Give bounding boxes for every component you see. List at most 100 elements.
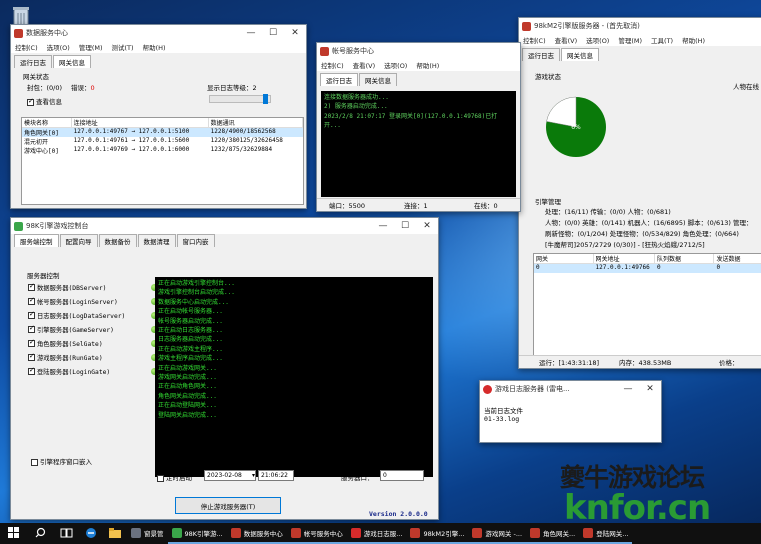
server-checkbox-game[interactable]: 引擎服务器(GameServer) xyxy=(28,323,158,335)
server-port-input[interactable]: 0 xyxy=(380,470,424,481)
tab-gateway-info[interactable]: 网关信息 xyxy=(359,73,397,86)
col-address[interactable]: 连接地址 xyxy=(72,118,209,127)
menu-manage[interactable]: 管理(M) xyxy=(618,35,642,45)
taskbar-item[interactable]: 数据服务中心 xyxy=(226,523,287,544)
col-queue[interactable]: 队列数据 xyxy=(655,254,715,263)
server-checkbox-selgate[interactable]: 角色服务器(SelGate) xyxy=(28,337,158,349)
maximize-icon[interactable]: ☐ xyxy=(262,25,284,41)
server-checkbox-db[interactable]: 数据服务器(DBServer) xyxy=(28,281,158,293)
task-view-icon[interactable] xyxy=(54,523,79,544)
server-checkbox-login[interactable]: 帐号服务器(LoginServer) xyxy=(28,295,158,307)
server-checkbox-log[interactable]: 日志服务器(LogDataServer) xyxy=(28,309,158,321)
taskbar-item[interactable]: 游戏日志服... xyxy=(346,523,407,544)
menu-control[interactable]: 控制(C) xyxy=(321,60,344,70)
menu-help[interactable]: 帮助(H) xyxy=(143,42,166,52)
taskbar-item[interactable]: 角色网关... xyxy=(526,523,580,544)
title-bar[interactable]: 98kM2引擎版服务器 - (首先取消) xyxy=(519,18,761,34)
table-row[interactable]: 混元初开 127.0.0.1:49761 → 127.0.0.1:5600 12… xyxy=(22,137,303,146)
timer-checkbox[interactable]: 定时启动 xyxy=(157,472,192,482)
pie-label: 6% xyxy=(571,124,581,131)
tab-config-wizard[interactable]: 配置向导 xyxy=(59,234,98,247)
tab-run-log[interactable]: 运行日志 xyxy=(522,48,560,61)
date-picker[interactable]: 2023-02-08 ▾ xyxy=(204,470,256,481)
search-icon[interactable] xyxy=(27,523,54,544)
slider-thumb[interactable] xyxy=(263,94,268,104)
log-level-slider[interactable] xyxy=(209,94,271,104)
edge-icon[interactable] xyxy=(79,523,103,544)
control-console[interactable]: 正在启动游戏引擎控制台... 游戏引擎控制台启动完成... 数据服务中心启动完成… xyxy=(155,277,433,477)
title-bar[interactable]: 数据服务中心 — ☐ ✕ xyxy=(11,25,306,41)
taskbar-item[interactable]: 登陆网关... xyxy=(579,523,633,544)
tab-gateway-info[interactable]: 网关信息 xyxy=(561,48,599,61)
console-line: 正在启动登陆网关... xyxy=(158,402,217,410)
col-comm[interactable]: 数据通讯 xyxy=(209,118,303,127)
start-button[interactable] xyxy=(0,523,27,544)
stop-server-button[interactable]: 停止游戏服务器(T) xyxy=(175,497,281,514)
taskbar-item[interactable]: 98kM2引擎... xyxy=(406,523,469,544)
table-row[interactable]: 0 127.0.0.1:49766 0 0 xyxy=(534,264,761,273)
log-server-window[interactable]: 游戏日志服务器 (雷电... — ✕ 当前日志文件 01-33.log xyxy=(479,380,662,443)
tab-window-embed[interactable]: 窗口内嵌 xyxy=(176,234,215,247)
minimize-icon[interactable]: — xyxy=(617,381,639,397)
engine-window[interactable]: 98kM2引擎版服务器 - (首先取消) 控制(C) 查看(V) 选项(O) 管… xyxy=(518,17,761,369)
col-gateway[interactable]: 网关 xyxy=(534,254,594,263)
tab-run-log[interactable]: 运行日志 xyxy=(14,55,52,68)
tab-data-backup[interactable]: 数据备份 xyxy=(98,234,137,247)
col-module[interactable]: 模块名称 xyxy=(22,118,72,127)
window-title: 98kM2引擎版服务器 - (首先取消) xyxy=(534,22,640,30)
menu-manage[interactable]: 管理(M) xyxy=(79,42,103,52)
engine-line-1: 处理：(16/11) 传输：(0/0) 人物：(0/681) xyxy=(545,208,671,216)
app-icon xyxy=(472,527,483,538)
menu-view[interactable]: 查看(V) xyxy=(353,60,376,70)
col-address[interactable]: 网关地址 xyxy=(594,254,655,263)
menu-tools[interactable]: 工具(T) xyxy=(651,35,673,45)
minimize-icon[interactable]: — xyxy=(372,218,394,234)
close-icon[interactable]: ✕ xyxy=(284,25,306,41)
taskbar-item[interactable]: 98K引擎游... xyxy=(167,523,227,544)
taskbar-item[interactable]: 游戏网关 -... xyxy=(468,523,527,544)
close-icon[interactable]: ✕ xyxy=(416,218,438,234)
log-level-value: 2 xyxy=(252,84,257,92)
menu-control[interactable]: 控制(C) xyxy=(523,35,546,45)
menu-help[interactable]: 帮助(H) xyxy=(682,35,705,45)
chevron-down-icon[interactable]: ▾ xyxy=(252,472,255,479)
time-picker[interactable]: 21:06:22 xyxy=(258,470,294,481)
maximize-icon[interactable]: ☐ xyxy=(394,218,416,234)
folder-icon[interactable] xyxy=(103,523,127,544)
embed-checkbox[interactable]: 引擎程序窗口嵌入 xyxy=(31,456,92,466)
server-port-label: 服务器口： xyxy=(341,474,374,482)
menu-options[interactable]: 选项(O) xyxy=(586,35,609,45)
minimize-icon[interactable]: — xyxy=(240,25,262,41)
online-label: 人物在线 xyxy=(733,83,759,91)
tab-run-log[interactable]: 运行日志 xyxy=(320,73,358,86)
menu-view[interactable]: 查看(V) xyxy=(555,35,578,45)
server-checkbox-rungate[interactable]: 游戏服务器(RunGate) xyxy=(28,351,158,363)
taskbar-item[interactable]: 帐号服务中心 xyxy=(286,523,347,544)
tab-gateway-info[interactable]: 网关信息 xyxy=(53,55,91,68)
taskbar-item[interactable]: 窗景管 xyxy=(127,523,168,544)
tab-server-control[interactable]: 服务端控制 xyxy=(14,234,59,247)
account-server-window[interactable]: 帐号服务中心 控制(C) 查看(V) 选项(O) 帮助(H) 运行日志 网关信息… xyxy=(316,42,521,212)
log-console[interactable]: 连接数据服务器成功... 2) 服务器启动完成... 2023/2/8 21:0… xyxy=(321,91,516,197)
view-info-checkbox[interactable]: 查看信息 xyxy=(27,96,62,106)
data-server-window[interactable]: 数据服务中心 — ☐ ✕ 控制(C) 选项(O) 管理(M) 测试(T) 帮助(… xyxy=(10,24,307,209)
menu-bar: 控制(C) 查看(V) 选项(O) 管理(M) 工具(T) 帮助(H) xyxy=(519,34,761,46)
close-icon[interactable]: ✕ xyxy=(639,381,661,397)
menu-options[interactable]: 选项(O) xyxy=(47,42,70,52)
title-bar[interactable]: 帐号服务中心 xyxy=(317,43,520,59)
gateway-list[interactable]: 网关 网关地址 队列数据 发送数据 0 127.0.0.1:49766 0 0 xyxy=(533,253,761,363)
game-controller-window[interactable]: 98K引擎游戏控制台 — ☐ ✕ 服务端控制 配置向导 数据备份 数据清理 窗口… xyxy=(10,217,439,520)
log-line: 2) 服务器启动完成... xyxy=(324,103,388,111)
title-bar[interactable]: 游戏日志服务器 (雷电... — ✕ xyxy=(480,381,661,397)
tab-data-cleanup[interactable]: 数据清理 xyxy=(137,234,176,247)
table-row[interactable]: 游戏中心[0] 127.0.0.1:49769 → 127.0.0.1:6000… xyxy=(22,146,303,155)
window-title: 帐号服务中心 xyxy=(332,47,374,55)
server-checkbox-logingate[interactable]: 登陆服务器(LoginGate) xyxy=(28,365,158,377)
menu-test[interactable]: 测试(T) xyxy=(112,42,134,52)
gateway-list[interactable]: 模块名称 连接地址 数据通讯 角色网关[0] 127.0.0.1:49767 →… xyxy=(21,117,304,205)
menu-options[interactable]: 选项(O) xyxy=(384,60,407,70)
menu-control[interactable]: 控制(C) xyxy=(15,42,38,52)
menu-help[interactable]: 帮助(H) xyxy=(416,60,439,70)
table-row[interactable]: 角色网关[0] 127.0.0.1:49767 → 127.0.0.1:5100… xyxy=(22,128,303,137)
col-send[interactable]: 发送数据 xyxy=(714,254,761,263)
